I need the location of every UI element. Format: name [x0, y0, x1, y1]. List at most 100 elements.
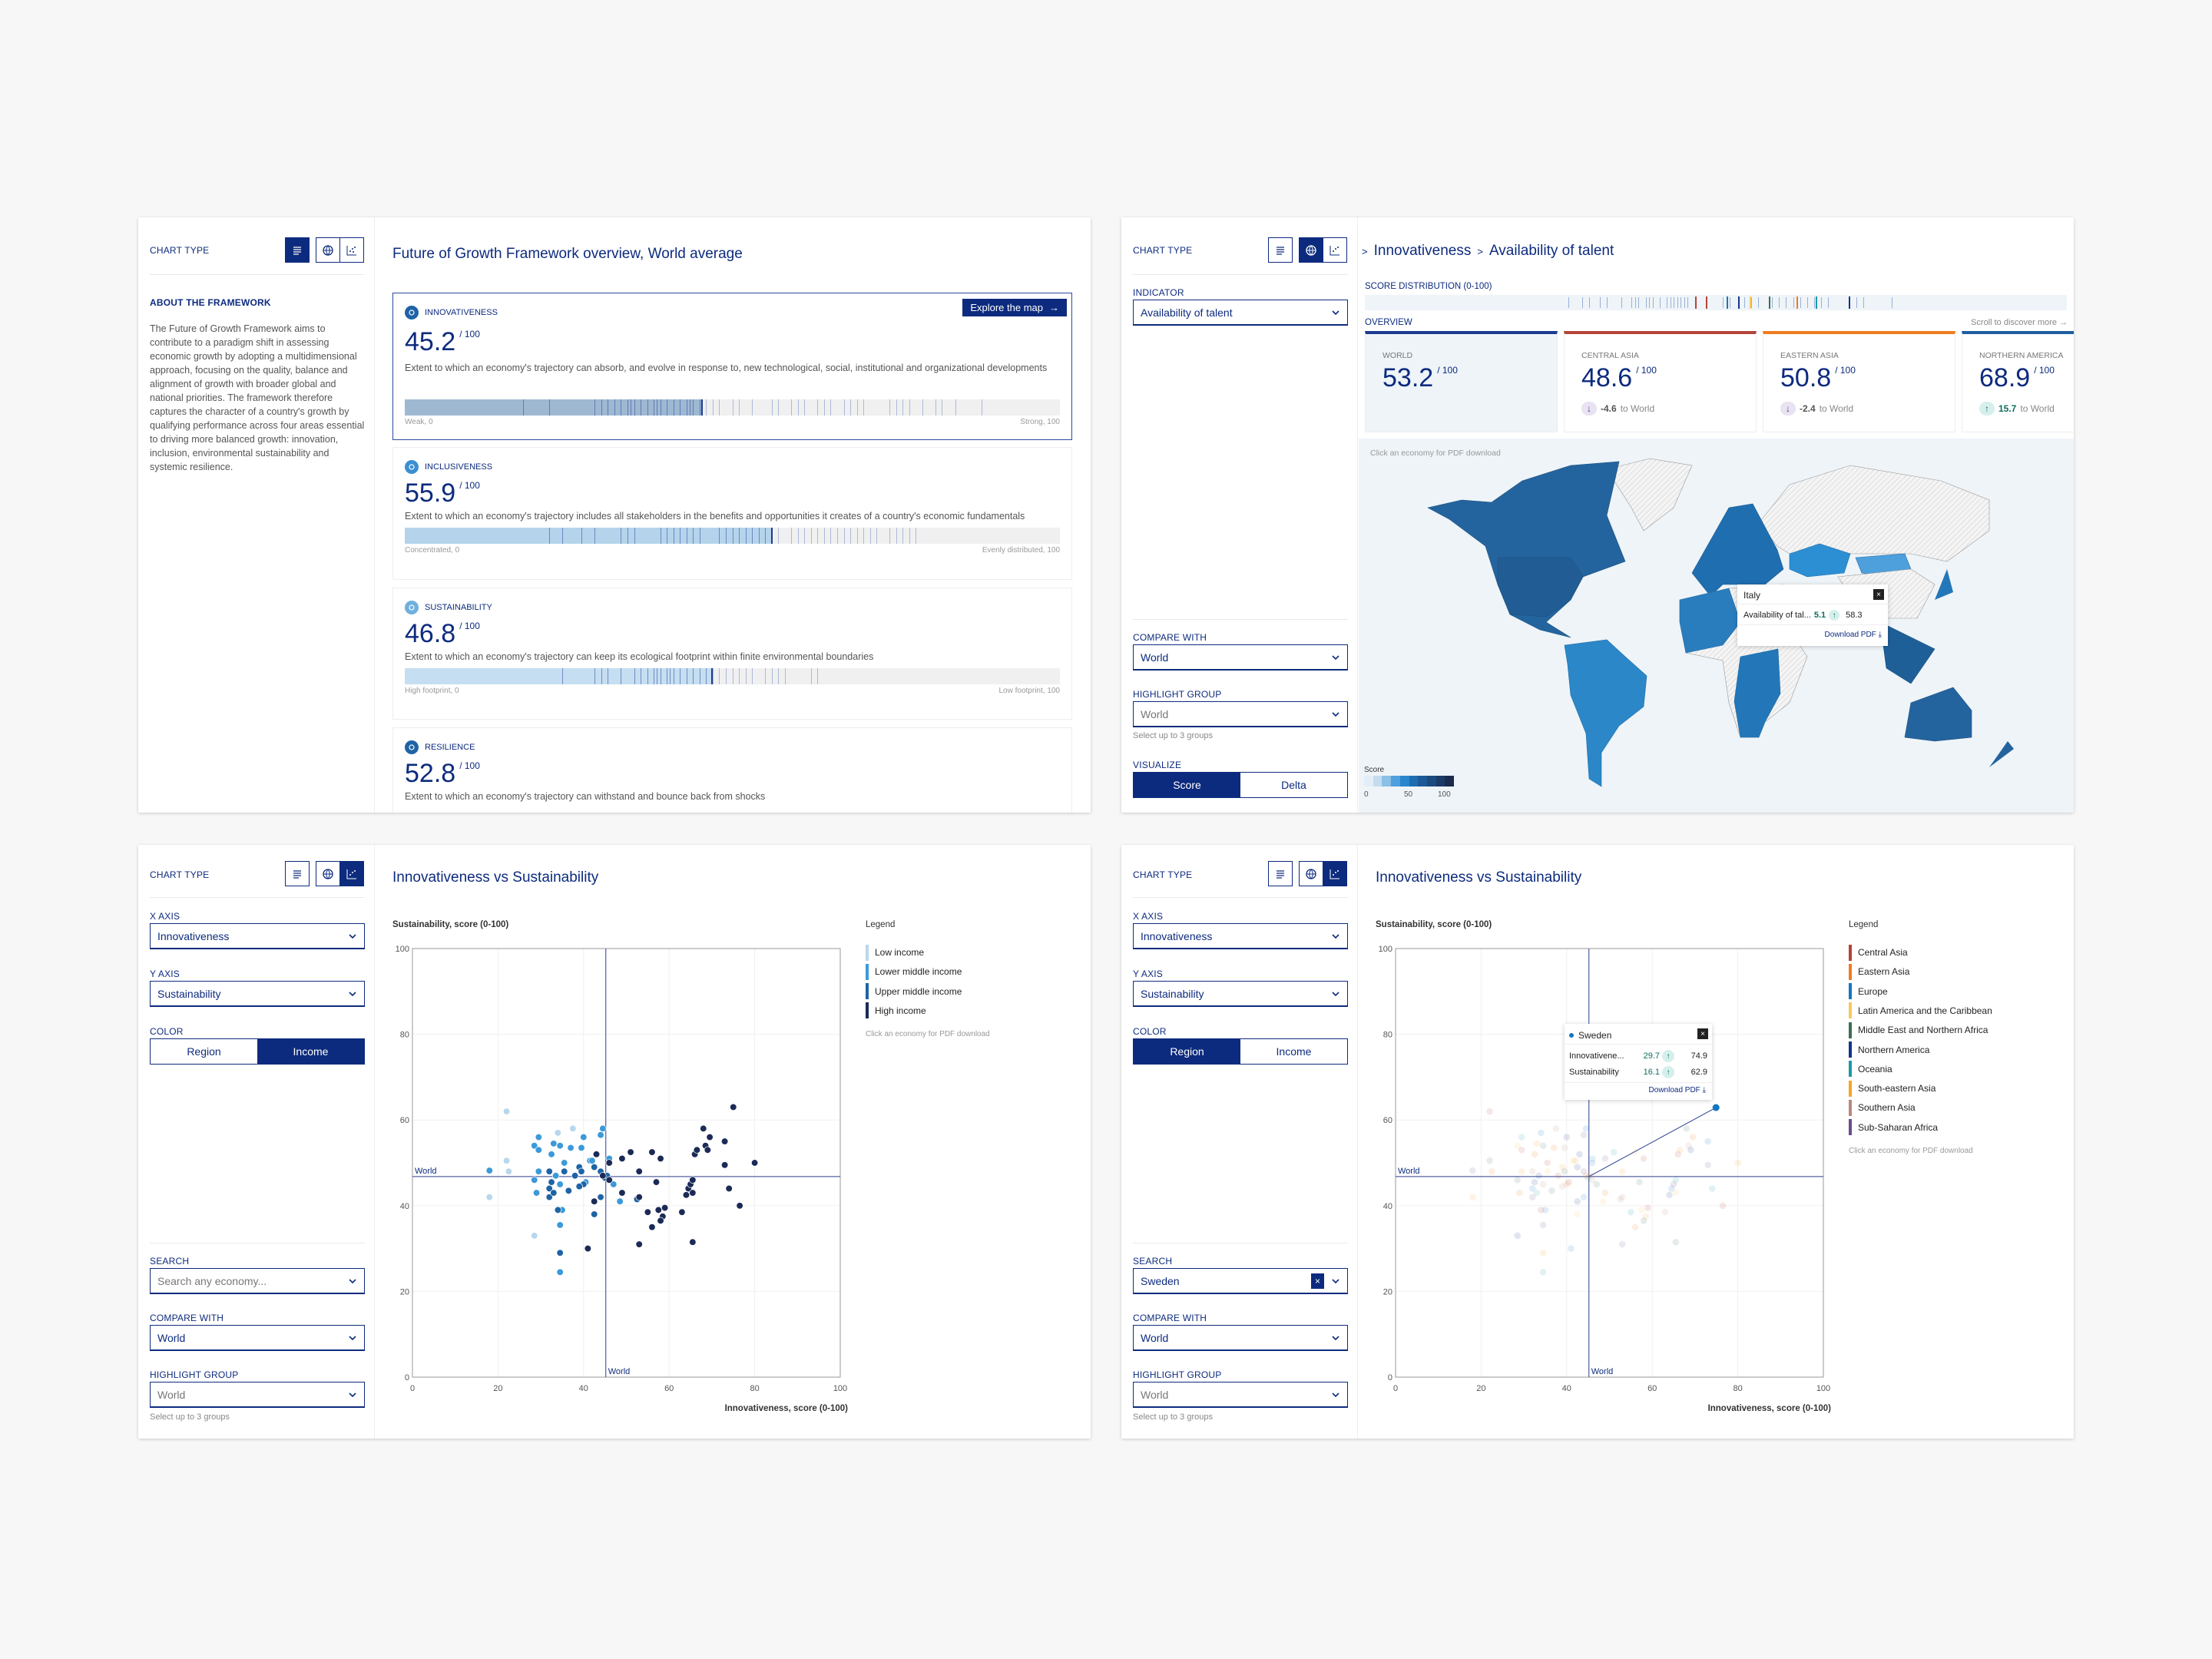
chart-type-map-button[interactable]: [316, 861, 340, 886]
economy-point[interactable]: [556, 1249, 564, 1257]
economy-point-faded[interactable]: [1561, 1144, 1568, 1151]
y-axis-select[interactable]: Sustainability: [150, 981, 365, 1007]
compare-with-select[interactable]: World: [1133, 1325, 1348, 1351]
economy-point-faded[interactable]: [1672, 1177, 1680, 1184]
pillar-card-innovativeness[interactable]: INNOVATIVENESS Explore the map → 45.2/ 10…: [392, 293, 1072, 440]
economy-point-faded[interactable]: [1533, 1189, 1541, 1197]
economy-point[interactable]: [635, 1193, 643, 1201]
download-pdf-link[interactable]: Download PDF ⤓: [1825, 631, 1882, 639]
economy-point-faded[interactable]: [1531, 1178, 1538, 1186]
economy-point-faded[interactable]: [1574, 1197, 1581, 1205]
economy-point-faded[interactable]: [1618, 1194, 1626, 1200]
y-axis-select[interactable]: Sustainability: [1133, 981, 1348, 1007]
economy-point[interactable]: [561, 1159, 568, 1167]
overview-card[interactable]: EASTERN ASIA 50.8/ 100 ↓ -2.4 to World: [1763, 331, 1955, 432]
country-russia[interactable]: [1758, 465, 1990, 562]
economy-point[interactable]: [720, 1161, 729, 1169]
economy-point[interactable]: [654, 1206, 662, 1214]
economy-point[interactable]: [554, 1129, 562, 1137]
economy-point-faded[interactable]: [1601, 1155, 1609, 1162]
economy-point-faded[interactable]: [1661, 1208, 1669, 1216]
economy-point[interactable]: [599, 1172, 607, 1180]
economy-point-faded[interactable]: [1548, 1187, 1555, 1194]
country-australia[interactable]: [1904, 687, 1972, 742]
economy-point-faded[interactable]: [1469, 1194, 1476, 1200]
economy-point[interactable]: [597, 1193, 604, 1201]
region-southeast-asia[interactable]: [1879, 621, 1936, 684]
economy-point[interactable]: [571, 1172, 579, 1180]
economy-point[interactable]: [689, 1189, 697, 1197]
economy-point-faded[interactable]: [1561, 1167, 1568, 1175]
economy-point[interactable]: [682, 1191, 690, 1199]
economy-point-faded[interactable]: [1539, 1249, 1547, 1257]
economy-point[interactable]: [550, 1140, 558, 1147]
economy-point-faded[interactable]: [1677, 1146, 1684, 1154]
download-pdf-link[interactable]: Download PDF ⤓: [1649, 1086, 1706, 1094]
region-east-southern-africa[interactable]: [1734, 648, 1781, 738]
close-icon[interactable]: ×: [1697, 1028, 1708, 1039]
chart-type-map-button[interactable]: [1299, 237, 1323, 263]
economy-point-faded[interactable]: [1666, 1191, 1673, 1199]
economy-point[interactable]: [700, 1124, 707, 1133]
economy-point[interactable]: [535, 1167, 542, 1175]
economy-point[interactable]: [693, 1146, 701, 1154]
search-input[interactable]: Sweden ×: [1133, 1268, 1348, 1294]
economy-point[interactable]: [648, 1148, 656, 1156]
color-region-button[interactable]: Region: [151, 1039, 257, 1064]
chart-type-list-button[interactable]: [285, 861, 310, 886]
close-icon[interactable]: ×: [1873, 589, 1884, 600]
world-map[interactable]: [1359, 439, 2074, 813]
color-income-button[interactable]: Income: [1240, 1039, 1347, 1064]
economy-point[interactable]: [706, 1133, 714, 1141]
economy-point[interactable]: [548, 1151, 555, 1158]
economy-point-faded[interactable]: [1488, 1167, 1495, 1175]
economy-point[interactable]: [618, 1154, 626, 1163]
economy-point[interactable]: [565, 1187, 572, 1194]
economy-point-faded[interactable]: [1486, 1108, 1493, 1115]
economy-point-faded[interactable]: [1618, 1240, 1626, 1248]
economy-point[interactable]: [720, 1137, 729, 1145]
economy-point-faded[interactable]: [1576, 1151, 1583, 1158]
economy-point[interactable]: [627, 1148, 634, 1156]
region-usa[interactable]: [1497, 557, 1584, 618]
economy-point-faded[interactable]: [1558, 1183, 1566, 1190]
economy-point[interactable]: [485, 1193, 493, 1201]
economy-point[interactable]: [551, 1172, 560, 1180]
economy-point[interactable]: [635, 1240, 643, 1248]
chart-type-scatter-button[interactable]: [1323, 237, 1347, 263]
economy-point-faded[interactable]: [1531, 1151, 1538, 1158]
economy-point[interactable]: [591, 1197, 598, 1205]
highlight-group-select[interactable]: World: [1133, 701, 1348, 727]
economy-point-faded[interactable]: [1683, 1125, 1690, 1132]
economy-point[interactable]: [561, 1167, 568, 1175]
economy-point[interactable]: [532, 1189, 541, 1197]
economy-point-faded[interactable]: [1580, 1131, 1588, 1139]
economy-point-faded[interactable]: [1544, 1167, 1551, 1175]
economy-point[interactable]: [616, 1197, 624, 1205]
pillar-card-inclusiveness[interactable]: INCLUSIVENESS 55.9/ 100 Extent to which …: [392, 447, 1072, 580]
economy-point-faded[interactable]: [1486, 1157, 1493, 1164]
economy-point-faded[interactable]: [1582, 1125, 1590, 1132]
economy-point-faded[interactable]: [1555, 1172, 1561, 1180]
economy-point-faded[interactable]: [1514, 1177, 1522, 1184]
economy-point-faded[interactable]: [1533, 1140, 1541, 1147]
pillar-card-sustainability[interactable]: SUSTAINABILITY 46.8/ 100 Extent to which…: [392, 588, 1072, 720]
economy-point-faded[interactable]: [1563, 1134, 1571, 1141]
economy-point[interactable]: [597, 1131, 604, 1139]
economy-point-faded[interactable]: [1552, 1125, 1560, 1132]
economy-point[interactable]: [618, 1189, 626, 1197]
economy-point-faded[interactable]: [1528, 1167, 1536, 1175]
economy-point-faded[interactable]: [1588, 1159, 1596, 1167]
economy-point[interactable]: [505, 1167, 512, 1175]
economy-point-faded[interactable]: [1580, 1194, 1588, 1200]
economy-point[interactable]: [644, 1208, 651, 1216]
economy-point[interactable]: [736, 1202, 743, 1210]
compare-with-select[interactable]: World: [150, 1325, 365, 1351]
indicator-select[interactable]: Availability of talent: [1133, 300, 1348, 326]
overview-card[interactable]: CENTRAL ASIA 48.6/ 100 ↓ -4.6 to World: [1564, 331, 1757, 432]
country-new-zealand[interactable]: [1989, 741, 2014, 767]
economy-point[interactable]: [584, 1244, 592, 1253]
economy-point-faded[interactable]: [1687, 1146, 1694, 1154]
economy-point[interactable]: [554, 1206, 562, 1214]
economy-point-faded[interactable]: [1689, 1134, 1697, 1141]
